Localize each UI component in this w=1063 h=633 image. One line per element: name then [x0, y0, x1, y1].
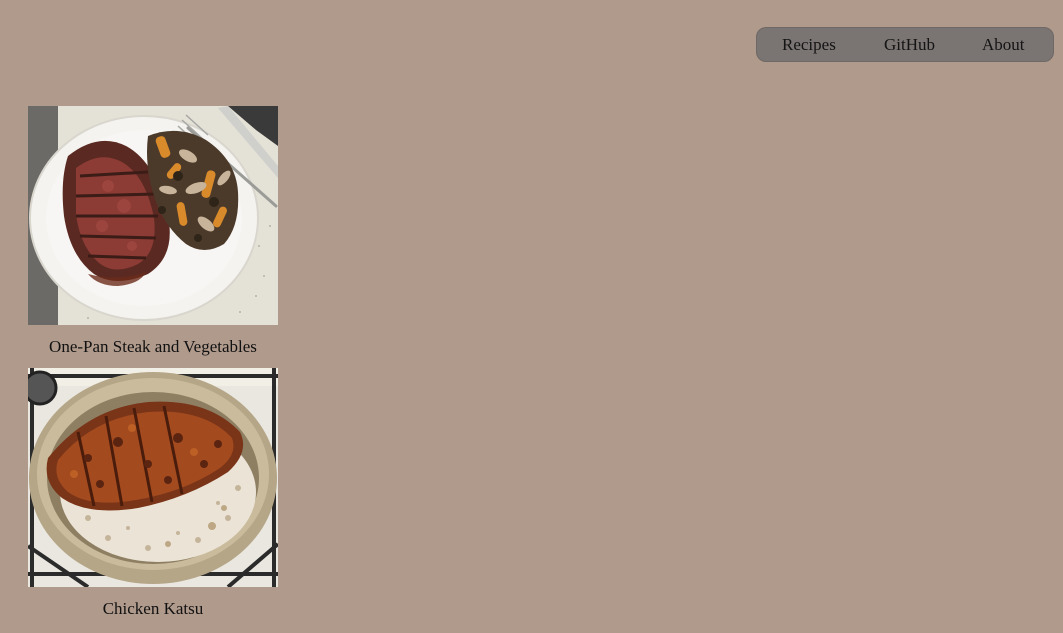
recipe-photo-katsu[interactable]	[28, 368, 278, 587]
top-nav: Recipes GitHub About	[756, 27, 1054, 62]
nav-link-recipes[interactable]: Recipes	[782, 36, 836, 54]
recipe-card-katsu[interactable]: Chicken Katsu	[28, 368, 278, 618]
recipe-title-steak[interactable]: One-Pan Steak and Vegetables	[28, 338, 278, 356]
recipe-title-katsu[interactable]: Chicken Katsu	[28, 600, 278, 618]
nav-link-about[interactable]: About	[982, 36, 1025, 54]
nav-link-github[interactable]: GitHub	[884, 36, 935, 54]
recipe-card-steak[interactable]: One-Pan Steak and Vegetables	[28, 106, 278, 356]
recipe-photo-steak[interactable]	[28, 106, 278, 325]
page: Recipes GitHub About One-Pan Steak and V…	[0, 0, 1063, 633]
